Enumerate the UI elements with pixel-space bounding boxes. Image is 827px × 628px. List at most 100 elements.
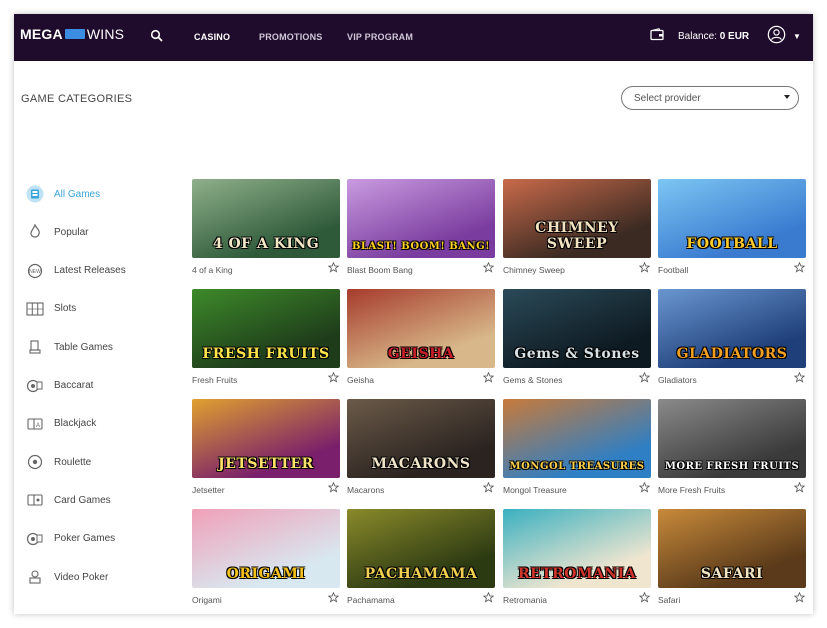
sidebar-item-latest-releases[interactable]: NEW Latest Releases xyxy=(14,259,184,283)
game-tile-geisha[interactable]: GEISHA Geisha xyxy=(347,289,495,385)
favorite-star-icon[interactable] xyxy=(483,592,494,603)
sidebar-item-baccarat[interactable]: Baccarat xyxy=(14,374,184,398)
sidebar-item-label: Baccarat xyxy=(54,380,94,391)
game-name[interactable]: Gladiators xyxy=(658,375,697,385)
sidebar-item-table-games[interactable]: Table Games xyxy=(14,335,184,359)
megawins-logo[interactable]: MEGA WINS xyxy=(20,26,124,42)
game-name[interactable]: Chimney Sweep xyxy=(503,265,565,275)
game-tile-macarons[interactable]: MACARONS Macarons xyxy=(347,399,495,495)
game-thumbnail[interactable]: BLAST! BOOM! BANG! xyxy=(347,179,495,258)
favorite-star-icon[interactable] xyxy=(794,262,805,273)
game-tile-mongol-treasure[interactable]: MONGOL TREASURES Mongol Treasure xyxy=(503,399,651,495)
game-thumbnail[interactable]: PACHAMAMA xyxy=(347,509,495,588)
sidebar-item-roulette[interactable]: Roulette xyxy=(14,450,184,474)
game-name[interactable]: Fresh Fruits xyxy=(192,375,237,385)
game-thumbnail[interactable]: FRESH FRUITS xyxy=(192,289,340,368)
favorite-star-icon[interactable] xyxy=(794,482,805,493)
game-name[interactable]: More Fresh Fruits xyxy=(658,485,725,495)
sidebar-item-card-games[interactable]: Card Games xyxy=(14,488,184,512)
game-thumbnail[interactable]: ORIGAMI xyxy=(192,509,340,588)
game-thumbnail[interactable]: RETROMANIA xyxy=(503,509,651,588)
game-name[interactable]: Macarons xyxy=(347,485,384,495)
game-tile-safari[interactable]: SAFARI Safari xyxy=(658,509,806,605)
game-thumbnail[interactable]: MORE FRESH FRUITS xyxy=(658,399,806,478)
favorite-star-icon[interactable] xyxy=(328,482,339,493)
game-logo-text: CHIMNEY SWEEP xyxy=(535,220,619,252)
game-name[interactable]: Mongol Treasure xyxy=(503,485,567,495)
wallet-icon[interactable] xyxy=(650,28,664,41)
nav-casino[interactable]: CASINO xyxy=(194,32,230,42)
game-thumbnail[interactable]: FOOTBALL xyxy=(658,179,806,258)
user-account-icon[interactable] xyxy=(767,25,786,44)
game-logo-text: 4 OF A KING xyxy=(212,236,320,252)
game-name[interactable]: Blast Boom Bang xyxy=(347,265,413,275)
favorite-star-icon[interactable] xyxy=(639,482,650,493)
video-poker-icon xyxy=(26,568,44,586)
game-name[interactable]: Origami xyxy=(192,595,222,605)
game-logo-text: PACHAMAMA xyxy=(364,566,478,582)
game-tile-retromania[interactable]: RETROMANIA Retromania xyxy=(503,509,651,605)
game-thumbnail[interactable]: MACARONS xyxy=(347,399,495,478)
sidebar-item-video-poker[interactable]: Video Poker xyxy=(14,565,184,589)
game-name[interactable]: Geisha xyxy=(347,375,374,385)
sidebar-item-blackjack[interactable]: A Blackjack xyxy=(14,412,184,436)
favorite-star-icon[interactable] xyxy=(483,482,494,493)
game-thumbnail[interactable]: GLADIATORS xyxy=(658,289,806,368)
table-games-icon xyxy=(26,338,44,356)
game-thumbnail[interactable]: CHIMNEY SWEEP xyxy=(503,179,651,258)
balance-display: Balance: 0 EUR xyxy=(678,31,749,42)
game-name[interactable]: Pachamama xyxy=(347,595,395,605)
game-thumbnail[interactable]: 4 OF A KING xyxy=(192,179,340,258)
sidebar-item-label: All Games xyxy=(54,188,101,200)
game-tile-more-fresh-fruits[interactable]: MORE FRESH FRUITS More Fresh Fruits xyxy=(658,399,806,495)
user-menu-chevron-down-icon[interactable]: ▼ xyxy=(793,32,801,41)
search-icon[interactable] xyxy=(150,29,164,43)
game-tile-jetsetter[interactable]: JETSETTER Jetsetter xyxy=(192,399,340,495)
sidebar-item-slots[interactable]: Slots xyxy=(14,297,184,321)
game-name[interactable]: Jetsetter xyxy=(192,485,225,495)
game-categories-heading: GAME CATEGORIES xyxy=(21,93,133,105)
game-name[interactable]: Safari xyxy=(658,595,680,605)
nav-vip-program[interactable]: VIP PROGRAM xyxy=(347,32,413,42)
favorite-star-icon[interactable] xyxy=(328,262,339,273)
game-name[interactable]: 4 of a King xyxy=(192,265,233,275)
blackjack-icon: A xyxy=(26,415,44,433)
game-tile-pachamama[interactable]: PACHAMAMA Pachamama xyxy=(347,509,495,605)
favorite-star-icon[interactable] xyxy=(328,372,339,383)
browser-viewport: MEGA WINS CASINO PROMOTIONS VIP PROGRAM Ba… xyxy=(14,14,813,614)
poker-games-icon xyxy=(26,530,44,548)
game-thumbnail[interactable]: MONGOL TREASURES xyxy=(503,399,651,478)
favorite-star-icon[interactable] xyxy=(639,592,650,603)
sidebar-item-label: Latest Releases xyxy=(54,265,126,277)
game-tile-origami[interactable]: ORIGAMI Origami xyxy=(192,509,340,605)
sidebar-item-all-games[interactable]: All Games xyxy=(14,182,184,206)
favorite-star-icon[interactable] xyxy=(639,372,650,383)
favorite-star-icon[interactable] xyxy=(328,592,339,603)
game-tile-fresh-fruits[interactable]: FRESH FRUITS Fresh Fruits xyxy=(192,289,340,385)
game-name[interactable]: Football xyxy=(658,265,688,275)
game-name[interactable]: Retromania xyxy=(503,595,547,605)
game-name[interactable]: Gems & Stones xyxy=(503,375,563,385)
nav-promotions[interactable]: PROMOTIONS xyxy=(259,32,323,42)
game-tile-gladiators[interactable]: GLADIATORS Gladiators xyxy=(658,289,806,385)
favorite-star-icon[interactable] xyxy=(794,372,805,383)
game-tile-chimney-sweep[interactable]: CHIMNEY SWEEP Chimney Sweep xyxy=(503,179,651,275)
sidebar-item-popular[interactable]: Popular xyxy=(14,220,184,244)
slots-icon xyxy=(26,300,44,318)
favorite-star-icon[interactable] xyxy=(483,262,494,273)
sidebar-item-poker-games[interactable]: Poker Games xyxy=(14,527,184,551)
game-thumbnail[interactable]: GEISHA xyxy=(347,289,495,368)
game-tile-football[interactable]: FOOTBALL Football xyxy=(658,179,806,275)
game-logo-text: ORIGAMI xyxy=(226,566,306,582)
game-tile-blast-boom-bang[interactable]: BLAST! BOOM! BANG! Blast Boom Bang xyxy=(347,179,495,275)
select-provider-dropdown[interactable]: Select provider xyxy=(621,86,799,110)
game-thumbnail[interactable]: JETSETTER xyxy=(192,399,340,478)
game-tile-4-of-a-king[interactable]: 4 OF A KING 4 of a King xyxy=(192,179,340,275)
game-thumbnail[interactable]: SAFARI xyxy=(658,509,806,588)
game-tile-gems-stones[interactable]: Gems & Stones Gems & Stones xyxy=(503,289,651,385)
game-thumbnail[interactable]: Gems & Stones xyxy=(503,289,651,368)
favorite-star-icon[interactable] xyxy=(794,592,805,603)
balance-value: 0 EUR xyxy=(719,31,750,42)
favorite-star-icon[interactable] xyxy=(639,262,650,273)
favorite-star-icon[interactable] xyxy=(483,372,494,383)
